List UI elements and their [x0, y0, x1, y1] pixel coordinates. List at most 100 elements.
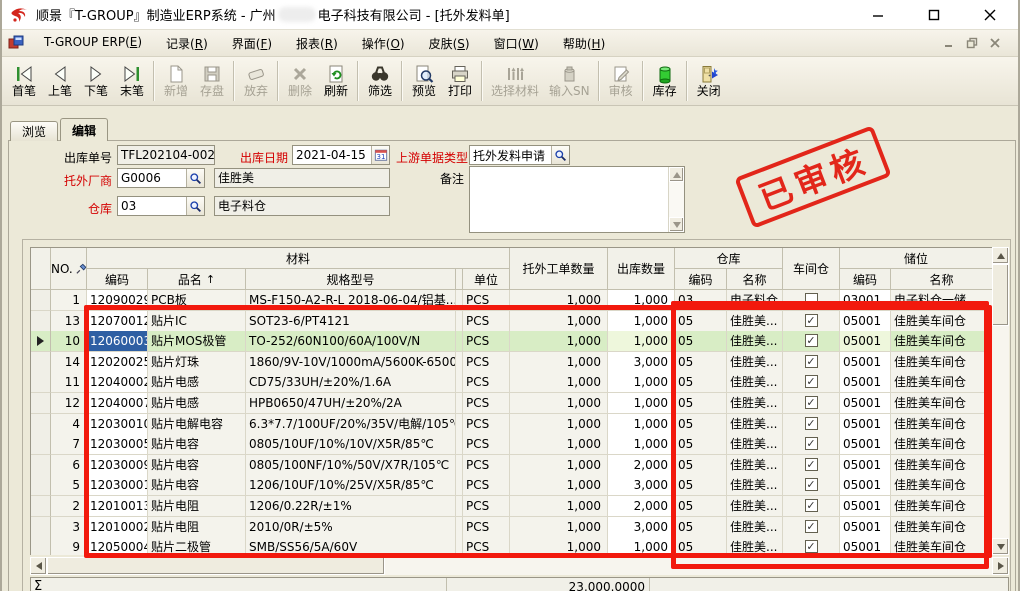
- row-indicator[interactable]: [31, 393, 51, 414]
- grid-cell-unit[interactable]: PCS: [463, 331, 510, 352]
- grid-vertical-scrollbar[interactable]: [992, 247, 1009, 555]
- grid-cell-wh_code[interactable]: 05: [675, 352, 727, 373]
- vendor-lookup-button[interactable]: [186, 169, 204, 187]
- row-indicator[interactable]: [31, 496, 51, 517]
- grid-cell-loc_code[interactable]: 05001: [840, 517, 891, 538]
- grid-cell-name[interactable]: 贴片电感: [148, 393, 246, 414]
- grid-cell-wo_qty[interactable]: 1,000: [510, 496, 608, 517]
- shop-warehouse-checkbox[interactable]: ✓: [805, 334, 818, 347]
- remark-textarea[interactable]: [469, 166, 685, 233]
- grid-cell-issue_qty[interactable]: 2,000: [608, 496, 675, 517]
- scroll-down-button[interactable]: [992, 538, 1009, 555]
- tab-edit[interactable]: 编辑: [60, 118, 108, 141]
- table-row-5[interactable]: 512030001贴片电容1206/10UF/10%/25V/X5R/85℃PC…: [31, 475, 992, 496]
- column-header-no[interactable]: NO.: [51, 248, 87, 290]
- grid-cell-issue_qty[interactable]: 3,000: [608, 517, 675, 538]
- table-row-10[interactable]: 1012060003贴片MOS极管TO-252/60N100/60A/100V/…: [31, 331, 992, 352]
- toolbar-button-filter[interactable]: 筛选: [362, 59, 398, 104]
- table-row-1[interactable]: 112090029PCB板MS-F150-A2-R-L 2018-06-04/铝…: [31, 290, 992, 311]
- grid-cell-issue_qty[interactable]: 1,000: [608, 434, 675, 455]
- grid-cell-wh_name[interactable]: 佳胜美...: [727, 496, 783, 517]
- grid-cell-name[interactable]: 贴片电阻: [148, 517, 246, 538]
- grid-cell-no[interactable]: 7: [51, 434, 87, 455]
- grid-cell-no[interactable]: 11: [51, 372, 87, 393]
- toolbar-button-first[interactable]: 首笔: [6, 59, 42, 104]
- grid-cell-wh_name[interactable]: 佳胜美...: [727, 434, 783, 455]
- grid-cell-no[interactable]: 10: [51, 331, 87, 352]
- grid-cell-spec[interactable]: CD75/33UH/±20%/1.6A: [246, 372, 456, 393]
- grid-cell-wh_code[interactable]: 05: [675, 455, 727, 476]
- grid-cell-shop_wh[interactable]: ✓: [783, 414, 840, 435]
- grid-cell-loc_code[interactable]: 05001: [840, 414, 891, 435]
- table-row-6[interactable]: 612030009贴片电容0805/100NF/10%/50V/X7R/105℃…: [31, 455, 992, 476]
- menu-item-interface[interactable]: 界面(F): [220, 31, 284, 56]
- grid-cell-name[interactable]: 贴片MOS极管: [148, 331, 246, 352]
- column-group-header-warehouse[interactable]: 仓库: [675, 248, 783, 269]
- grid-cell-issue_qty[interactable]: 2,000: [608, 455, 675, 476]
- grid-cell-unit[interactable]: PCS: [463, 475, 510, 496]
- grid-cell-name[interactable]: 贴片电解电容: [148, 414, 246, 435]
- grid-cell-loc_name[interactable]: 佳胜美车间仓: [891, 537, 992, 555]
- table-row-11[interactable]: 1112040002贴片电感CD75/33UH/±20%/1.6APCS1,00…: [31, 372, 992, 393]
- toolbar-button-last[interactable]: 末笔: [114, 59, 150, 104]
- grid-cell-unit[interactable]: PCS: [463, 517, 510, 538]
- warehouse-code-field[interactable]: [117, 196, 205, 216]
- menu-item-help[interactable]: 帮助(H): [551, 31, 617, 56]
- grid-cell-code[interactable]: 12070012: [87, 311, 148, 332]
- vendor-code-field[interactable]: [117, 168, 205, 188]
- grid-cell-no[interactable]: 13: [51, 311, 87, 332]
- table-row-13[interactable]: 1312070012贴片ICSOT23-6/PT4121PCS1,0001,00…: [31, 311, 992, 332]
- table-row-14[interactable]: 1412020025贴片灯珠1860/9V-10V/1000mA/5600K-6…: [31, 352, 992, 373]
- vendor-code-input[interactable]: [118, 169, 186, 187]
- grid-cell-wh_code[interactable]: 05: [675, 475, 727, 496]
- toolbar-button-prev[interactable]: 上笔: [42, 59, 78, 104]
- column-group-header-storage[interactable]: 储位: [840, 248, 992, 269]
- scroll-right-button[interactable]: [992, 557, 1009, 575]
- grid-cell-loc_code[interactable]: 03001: [840, 290, 891, 311]
- grid-cell-name[interactable]: 贴片电容: [148, 434, 246, 455]
- grid-cell-spec[interactable]: 1206/0.22R/±1%: [246, 496, 456, 517]
- grid-cell-code[interactable]: 12030005: [87, 434, 148, 455]
- row-indicator[interactable]: [31, 414, 51, 435]
- row-indicator[interactable]: [31, 475, 51, 496]
- shop-warehouse-checkbox[interactable]: ✓: [805, 314, 818, 327]
- row-indicator[interactable]: [31, 372, 51, 393]
- shop-warehouse-checkbox[interactable]: ✓: [805, 417, 818, 430]
- table-row-4[interactable]: 412030010贴片电解电容6.3*7.7/100UF/20%/35V/电解/…: [31, 414, 992, 435]
- grid-cell-name[interactable]: PCB板: [148, 290, 246, 311]
- grid-cell-wh_name[interactable]: 佳胜美...: [727, 352, 783, 373]
- table-row-3[interactable]: 312010002贴片电阻2010/0R/±5%PCS1,0003,00005佳…: [31, 517, 992, 538]
- grid-cell-code[interactable]: 12030001: [87, 475, 148, 496]
- grid-cell-shop_wh[interactable]: ✓: [783, 537, 840, 555]
- toolbar-button-next[interactable]: 下笔: [78, 59, 114, 104]
- grid-cell-issue_qty[interactable]: 1,000: [608, 414, 675, 435]
- calendar-button[interactable]: 31: [371, 146, 389, 164]
- shop-warehouse-checkbox[interactable]: [805, 293, 818, 306]
- grid-cell-code[interactable]: 12030010: [87, 414, 148, 435]
- grid-cell-unit[interactable]: PCS: [463, 352, 510, 373]
- grid-cell-loc_name[interactable]: 电子料仓一储: [891, 290, 992, 311]
- mdi-close-button[interactable]: [988, 36, 1002, 50]
- column-header-shop_wh[interactable]: 车间仓: [783, 248, 840, 290]
- grid-cell-wh_name[interactable]: 佳胜美...: [727, 414, 783, 435]
- grid-cell-shop_wh[interactable]: ✓: [783, 352, 840, 373]
- column-header-wh_name[interactable]: 名称: [727, 269, 783, 290]
- grid-cell-code[interactable]: 12010013: [87, 496, 148, 517]
- grid-cell-no[interactable]: 9: [51, 537, 87, 555]
- grid-cell-shop_wh[interactable]: ✓: [783, 311, 840, 332]
- grid-cell-shop_wh[interactable]: ✓: [783, 434, 840, 455]
- grid-cell-name[interactable]: 贴片IC: [148, 311, 246, 332]
- grid-cell-loc_name[interactable]: 佳胜美车间仓: [891, 517, 992, 538]
- grid-cell-wh_code[interactable]: 05: [675, 414, 727, 435]
- grid-cell-loc_name[interactable]: 佳胜美车间仓: [891, 311, 992, 332]
- menu-item-records[interactable]: 记录(R): [154, 31, 220, 56]
- grid-cell-wh_code[interactable]: 05: [675, 517, 727, 538]
- grid-cell-code[interactable]: 12050004: [87, 537, 148, 555]
- menu-item-tgroup-erp[interactable]: T-GROUP ERP(E): [32, 31, 154, 56]
- grid-cell-no[interactable]: 2: [51, 496, 87, 517]
- column-header-wo_qty[interactable]: 托外工单数量: [510, 248, 608, 290]
- grid-cell-unit[interactable]: PCS: [463, 455, 510, 476]
- grid-cell-wh_code[interactable]: 05: [675, 537, 727, 555]
- grid-cell-shop_wh[interactable]: ✓: [783, 455, 840, 476]
- shop-warehouse-checkbox[interactable]: ✓: [805, 437, 818, 450]
